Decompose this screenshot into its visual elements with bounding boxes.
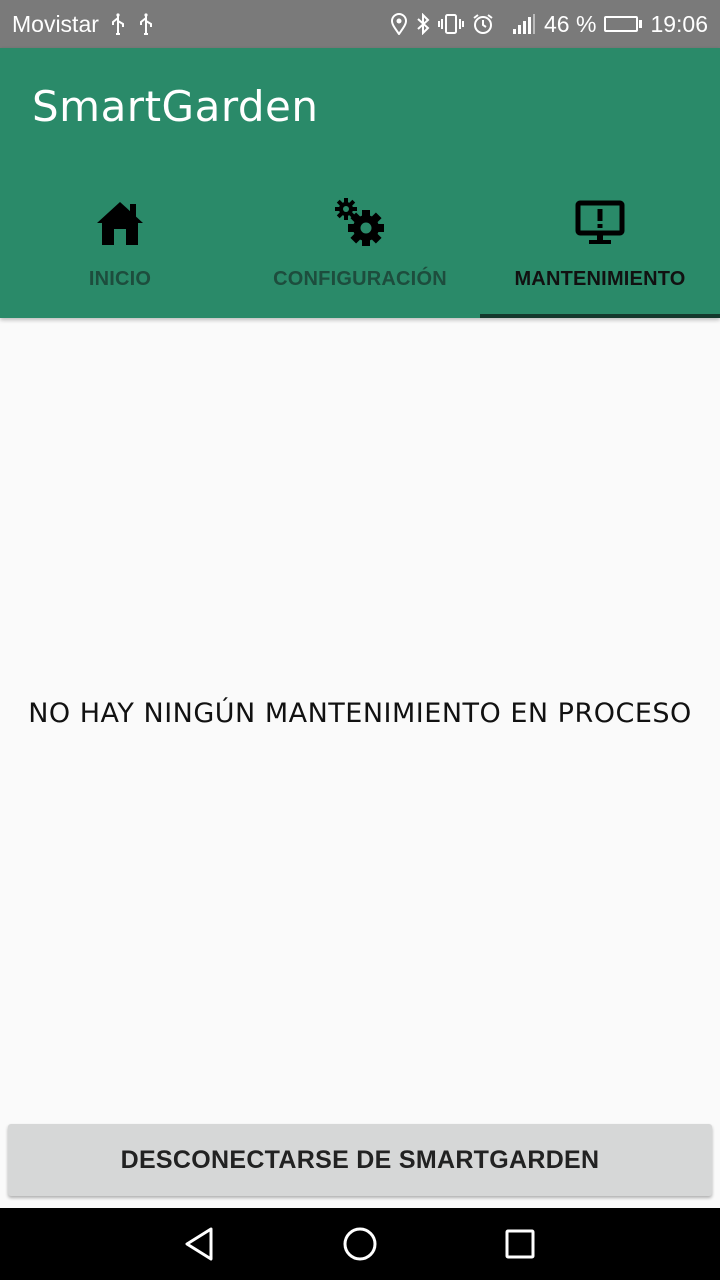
maintenance-content: NO HAY NINGÚN MANTENIMIENTO EN PROCESO <box>0 318 720 1118</box>
status-right: 46 % 19:06 <box>390 11 708 38</box>
tab-label: INICIO <box>88 268 152 290</box>
tab-inicio[interactable]: INICIO <box>0 188 240 318</box>
location-icon <box>390 13 408 35</box>
vibrate-icon <box>438 13 464 35</box>
app-bar: SmartGarden INICIO CONFIGURACIÓN MANTENI… <box>0 48 720 318</box>
battery-icon <box>604 16 643 32</box>
alarm-icon <box>472 13 494 35</box>
usb-icon <box>137 13 155 35</box>
empty-maintenance-message: NO HAY NINGÚN MANTENIMIENTO EN PROCESO <box>28 698 692 729</box>
system-nav-bar <box>0 1208 720 1280</box>
status-left: Movistar <box>12 11 155 38</box>
back-icon[interactable] <box>175 1219 225 1269</box>
disconnect-button[interactable]: DESCONECTARSE DE SMARTGARDEN <box>8 1124 712 1196</box>
tab-mantenimiento[interactable]: MANTENIMIENTO <box>480 188 720 318</box>
tab-label: MANTENIMIENTO <box>514 268 686 290</box>
app-title: SmartGarden <box>32 82 319 131</box>
bluetooth-icon <box>416 13 430 35</box>
monitor-alert-icon <box>575 198 625 248</box>
gears-icon <box>334 198 386 248</box>
status-bar: Movistar 46 % 19:06 <box>0 0 720 48</box>
tab-label: CONFIGURACIÓN <box>273 268 447 290</box>
carrier-name: Movistar <box>12 10 99 37</box>
signal-icon <box>512 13 536 35</box>
battery-percent: 46 % <box>544 10 597 37</box>
tab-configuracion[interactable]: CONFIGURACIÓN <box>240 188 480 318</box>
clock: 19:06 <box>650 10 708 37</box>
tab-bar: INICIO CONFIGURACIÓN MANTENIMIENTO <box>0 188 720 318</box>
home-icon <box>95 198 145 248</box>
home-circle-icon[interactable] <box>335 1219 385 1269</box>
usb-icon <box>109 13 127 35</box>
recents-icon[interactable] <box>495 1219 545 1269</box>
